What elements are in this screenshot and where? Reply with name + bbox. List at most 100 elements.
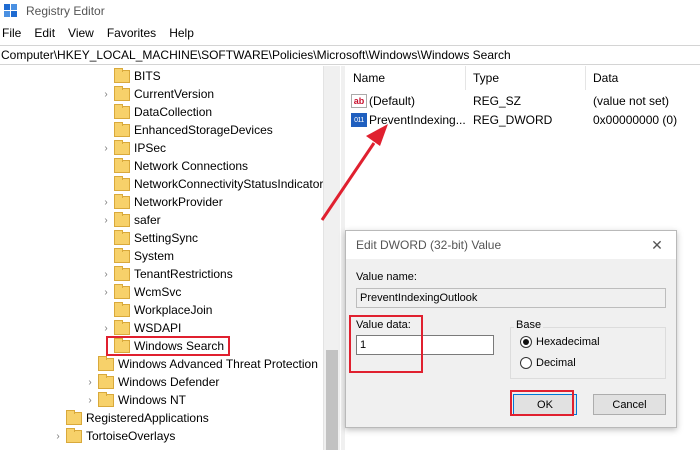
value-data-cell: 0x00000000 (0) xyxy=(593,113,678,127)
chevron-right-icon[interactable]: › xyxy=(100,323,112,334)
tree-item-label: Windows NT xyxy=(118,393,187,407)
tree-item-ipsec[interactable]: › IPSec xyxy=(100,139,166,157)
tree-item-label: EnhancedStorageDevices xyxy=(134,123,273,137)
tree-item-wcmsvc[interactable]: › WcmSvc xyxy=(100,283,181,301)
list-row-default[interactable]: ab (Default) REG_SZ (value not set) xyxy=(345,92,700,110)
chevron-right-icon[interactable]: › xyxy=(84,377,96,388)
tree-item-tenantrestrictions[interactable]: › TenantRestrictions xyxy=(100,265,233,283)
tree-item-label: TenantRestrictions xyxy=(134,267,233,281)
registry-tree: BITS › CurrentVersion DataCollection Enh… xyxy=(0,66,340,450)
chevron-right-icon[interactable]: › xyxy=(100,215,112,226)
folder-icon xyxy=(114,175,130,191)
tree-item-label: RegisteredApplications xyxy=(86,411,209,425)
title-bar: Registry Editor xyxy=(0,0,700,22)
folder-icon xyxy=(114,247,130,263)
tree-item-label: Windows Defender xyxy=(118,375,220,389)
tree-item-label: WSDAPI xyxy=(134,321,182,335)
folder-icon xyxy=(98,391,114,407)
menu-favorites[interactable]: Favorites xyxy=(102,26,161,40)
folder-icon xyxy=(114,301,130,317)
tree-item-safer[interactable]: › safer xyxy=(100,211,161,229)
tree-item-tortoiseoverlays[interactable]: › TortoiseOverlays xyxy=(52,427,175,445)
address-bar[interactable]: Computer\HKEY_LOCAL_MACHINE\SOFTWARE\Pol… xyxy=(0,45,700,65)
tree-item-label: WorkplaceJoin xyxy=(134,303,213,317)
registry-editor-icon xyxy=(4,4,18,18)
radio-hexadecimal[interactable]: Hexadecimal xyxy=(520,336,600,348)
column-header-data[interactable]: Data xyxy=(593,66,618,90)
column-header-type[interactable]: Type xyxy=(473,66,499,90)
folder-icon xyxy=(114,211,130,227)
tree-item-label: Network Connections xyxy=(134,159,249,173)
folder-icon xyxy=(114,121,130,137)
tree-item-windows-nt[interactable]: › Windows NT xyxy=(84,391,186,409)
folder-icon xyxy=(114,157,130,173)
folder-icon xyxy=(98,355,114,371)
tree-item-label: NetworkProvider xyxy=(134,195,223,209)
scrollbar-thumb[interactable] xyxy=(326,350,338,450)
tree-item-settingsync[interactable]: SettingSync xyxy=(100,229,198,247)
tree-item-label: CurrentVersion xyxy=(134,87,215,101)
window-title: Registry Editor xyxy=(26,4,105,18)
folder-icon xyxy=(114,103,130,119)
tree-item-label: IPSec xyxy=(134,141,167,155)
tree-item-registeredapplications[interactable]: RegisteredApplications xyxy=(52,409,209,427)
value-type-cell: REG_SZ xyxy=(473,94,522,108)
tree-item-label: System xyxy=(134,249,175,263)
radio-decimal[interactable]: Decimal xyxy=(520,357,576,369)
tree-item-label: DataCollection xyxy=(134,105,213,119)
tree-item-label: BITS xyxy=(134,69,161,83)
tree-item-system[interactable]: System xyxy=(100,247,174,265)
chevron-right-icon[interactable]: › xyxy=(100,269,112,280)
cancel-button[interactable]: Cancel xyxy=(593,394,666,415)
value-data-cell: (value not set) xyxy=(593,94,670,108)
menu-edit[interactable]: Edit xyxy=(29,26,60,40)
list-row-preventindexing[interactable]: 011 PreventIndexing... REG_DWORD 0x00000… xyxy=(345,111,700,129)
tree-item-windows-defender[interactable]: › Windows Defender xyxy=(84,373,219,391)
tree-item-network-connections[interactable]: Network Connections xyxy=(100,157,248,175)
chevron-right-icon[interactable]: › xyxy=(100,143,112,154)
menu-bar: File Edit View Favorites Help xyxy=(0,22,700,44)
chevron-right-icon[interactable]: › xyxy=(52,431,64,442)
chevron-right-icon[interactable]: › xyxy=(100,197,112,208)
value-name-cell: 011 PreventIndexing... xyxy=(351,111,466,129)
chevron-right-icon[interactable]: › xyxy=(100,89,112,100)
tree-item-label: SettingSync xyxy=(134,231,199,245)
tree-item-enhancedstoragedevices[interactable]: EnhancedStorageDevices xyxy=(100,121,273,139)
folder-icon xyxy=(114,265,130,281)
tree-item-bits[interactable]: BITS xyxy=(100,67,161,85)
folder-icon xyxy=(114,85,130,101)
value-name-field[interactable]: PreventIndexingOutlook xyxy=(356,288,666,308)
column-header-name[interactable]: Name xyxy=(353,66,385,90)
tree-item-networkprovider[interactable]: › NetworkProvider xyxy=(100,193,223,211)
base-groupbox xyxy=(510,327,666,379)
folder-icon xyxy=(114,283,130,299)
value-name-cell: ab (Default) xyxy=(351,92,415,110)
tree-item-wsdapi[interactable]: › WSDAPI xyxy=(100,319,181,337)
folder-icon xyxy=(114,193,130,209)
folder-icon xyxy=(114,319,130,335)
chevron-right-icon[interactable]: › xyxy=(100,287,112,298)
string-value-icon: ab xyxy=(351,94,367,108)
value-name-label: Value name: xyxy=(356,271,417,283)
menu-file[interactable]: File xyxy=(0,26,26,40)
annotation-ok-box xyxy=(510,390,574,416)
menu-help[interactable]: Help xyxy=(164,26,199,40)
base-label: Base xyxy=(514,319,544,331)
tree-item-currentversion[interactable]: › CurrentVersion xyxy=(100,85,214,103)
menu-view[interactable]: View xyxy=(63,26,99,40)
tree-item-networkconnectivitystatusindicator[interactable]: NetworkConnectivityStatusIndicator xyxy=(100,175,323,193)
tree-scrollbar[interactable] xyxy=(323,66,340,450)
chevron-right-icon[interactable]: › xyxy=(84,395,96,406)
close-icon[interactable]: ✕ xyxy=(648,236,666,254)
dialog-title: Edit DWORD (32-bit) Value xyxy=(346,231,676,259)
tree-item-datacollection[interactable]: DataCollection xyxy=(100,103,212,121)
tree-item-windows-advanced-threat-protection[interactable]: Windows Advanced Threat Protection xyxy=(84,355,318,373)
dword-value-icon: 011 xyxy=(351,113,367,127)
tree-item-label: safer xyxy=(134,213,161,227)
list-header: Name Type Data xyxy=(345,66,700,90)
annotation-highlight-box xyxy=(106,336,230,356)
tree-item-label: Windows Advanced Threat Protection xyxy=(118,357,318,371)
tree-item-workplacejoin[interactable]: WorkplaceJoin xyxy=(100,301,212,319)
radio-selected-icon xyxy=(520,336,532,348)
annotation-value-data-box xyxy=(349,315,423,373)
